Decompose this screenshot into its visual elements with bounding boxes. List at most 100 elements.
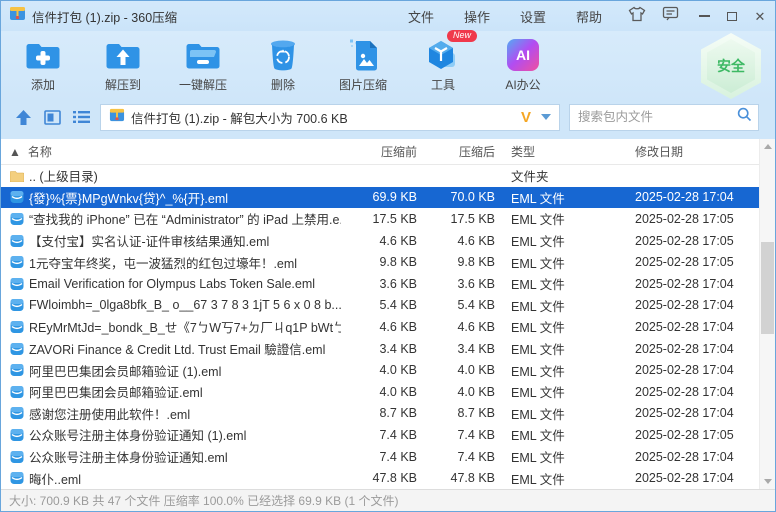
table-row[interactable]: 【支付宝】实名认证-证件审核结果通知.eml 4.6 KB 4.6 KB EML…	[1, 230, 759, 252]
scroll-up-button[interactable]	[760, 139, 775, 154]
table-row[interactable]: 公众账号注册主体身份验证通知.eml 7.4 KB 7.4 KB EML 文件 …	[1, 446, 759, 468]
table-row[interactable]: FWloimbh=_0lga8bfk_B_ o__67 3 7 8 3 1jT …	[1, 295, 759, 317]
size-before: 8.7 KB	[341, 406, 417, 420]
eml-file-icon	[9, 190, 24, 205]
scrollbar-thumb[interactable]	[761, 242, 774, 334]
menu-actions[interactable]: 操作	[464, 7, 490, 26]
size-after: 3.4 KB	[417, 342, 495, 356]
delete-button[interactable]: 删除	[257, 37, 309, 93]
menubar: 文件 操作 设置 帮助	[408, 7, 602, 26]
feedback-icon[interactable]	[662, 6, 679, 26]
file-name: 公众账号注册主体身份验证通知 (1).eml	[29, 425, 246, 444]
file-date: 2025-02-28 17:05	[623, 255, 759, 269]
eml-file-icon	[9, 384, 24, 399]
eml-file-icon	[9, 233, 24, 248]
column-header-date[interactable]: 修改日期	[623, 143, 759, 160]
preview-pane-icon[interactable]	[42, 107, 62, 127]
folder-icon	[9, 168, 24, 183]
add-button[interactable]: 添加	[17, 37, 69, 93]
size-before: 4.6 KB	[341, 320, 417, 334]
file-type: EML 文件	[495, 231, 623, 250]
file-type: EML 文件	[495, 274, 623, 293]
archive-path-combobox[interactable]: 信件打包 (1).zip - 解包大小为 700.6 KB V	[100, 104, 560, 131]
skin-icon[interactable]	[628, 6, 646, 27]
window-title: 信件打包 (1).zip - 360压缩	[32, 7, 177, 26]
scroll-up-icon	[764, 144, 772, 149]
file-date: 2025-02-28 17:04	[623, 471, 759, 485]
one-click-extract-button[interactable]: 一键解压	[177, 37, 229, 93]
size-after: 7.4 KB	[417, 450, 495, 464]
size-after: 17.5 KB	[417, 212, 495, 226]
file-type: EML 文件	[495, 382, 623, 401]
size-after: 4.6 KB	[417, 320, 495, 334]
table-row[interactable]: 阿里巴巴集团会员邮箱验证 (1).eml 4.0 KB 4.0 KB EML 文…	[1, 359, 759, 381]
table-row[interactable]: 公众账号注册主体身份验证通知 (1).eml 7.4 KB 7.4 KB EML…	[1, 424, 759, 446]
file-list: .. (上级目录) 文件夹 {發}%{票}MPgWnkv{贷}^_%{开}.em…	[1, 165, 775, 489]
size-after: 3.6 KB	[417, 277, 495, 291]
file-name: ZAVORi Finance & Credit Ltd. Trust Email…	[29, 339, 325, 358]
column-name-label: 名称	[28, 143, 52, 160]
extract-to-button[interactable]: 解压到	[97, 37, 149, 93]
vip-icon[interactable]: V	[521, 109, 531, 126]
table-row[interactable]: 晦仆..eml 47.8 KB 47.8 KB EML 文件 2025-02-2…	[1, 467, 759, 489]
file-type: EML 文件	[495, 253, 623, 272]
eml-file-icon	[9, 298, 24, 313]
titlebar[interactable]: 信件打包 (1).zip - 360压缩 文件 操作 设置 帮助 ✕	[1, 1, 775, 31]
scroll-down-button[interactable]	[760, 474, 775, 489]
table-row[interactable]: 1元夺宝年终奖，屯一波猛烈的红包过壕年！.eml 9.8 KB 9.8 KB E…	[1, 251, 759, 273]
toolbar: 添加 解压到 一键解压 删除 图片压缩	[1, 31, 775, 101]
close-button[interactable]: ✕	[753, 9, 767, 23]
search-icon[interactable]	[737, 107, 752, 127]
size-after: 9.8 KB	[417, 255, 495, 269]
search-box[interactable]	[569, 104, 759, 131]
file-type: EML 文件	[495, 209, 623, 228]
size-after: 47.8 KB	[417, 471, 495, 485]
file-date: 2025-02-28 17:04	[623, 450, 759, 464]
file-name: FWloimbh=_0lga8bfk_B_ o__67 3 7 8 3 1jT …	[29, 298, 341, 312]
table-row[interactable]: Email Verification for Olympus Labs Toke…	[1, 273, 759, 295]
minimize-button[interactable]	[697, 9, 711, 23]
table-row[interactable]: 感谢您注册使用此软件！.eml 8.7 KB 8.7 KB EML 文件 202…	[1, 403, 759, 425]
menu-file[interactable]: 文件	[408, 7, 434, 26]
delete-label: 删除	[271, 76, 295, 93]
scrollbar[interactable]	[759, 139, 775, 489]
scrollbar-track[interactable]	[760, 154, 775, 474]
table-row[interactable]: REyMrMtJd=_bondk_B_せ《7ㄅW丂7+ㄉ厂ㄐq1P bWtㄅ..…	[1, 316, 759, 338]
statusbar: 大小: 700.9 KB 共 47 个文件 压缩率 100.0% 已经选择 69…	[1, 489, 775, 511]
image-compress-button[interactable]: 图片压缩	[337, 37, 389, 93]
ai-office-label: AI办公	[505, 76, 540, 93]
security-badge[interactable]: 安全	[701, 33, 761, 99]
file-date: 2025-02-28 17:04	[623, 385, 759, 399]
eml-file-icon	[9, 471, 24, 486]
tools-button[interactable]: New 工具	[417, 37, 469, 93]
file-type: EML 文件	[495, 404, 623, 423]
ai-office-button[interactable]: AI AI办公	[497, 37, 549, 93]
maximize-button[interactable]	[725, 9, 739, 23]
table-row[interactable]: 阿里巴巴集团会员邮箱验证.eml 4.0 KB 4.0 KB EML 文件 20…	[1, 381, 759, 403]
eml-file-icon	[9, 363, 24, 378]
menu-help[interactable]: 帮助	[576, 7, 602, 26]
size-after: 5.4 KB	[417, 298, 495, 312]
file-type: EML 文件	[495, 469, 623, 488]
size-before: 3.6 KB	[341, 277, 417, 291]
app-zip-icon	[9, 5, 26, 27]
column-headers: ▲ 名称 压缩前 压缩后 类型 修改日期	[1, 139, 775, 165]
size-after: 8.7 KB	[417, 406, 495, 420]
list-view-icon[interactable]	[71, 107, 91, 127]
up-directory-icon[interactable]	[13, 107, 33, 127]
combobox-dropdown-icon[interactable]	[541, 114, 551, 120]
file-name: 阿里巴巴集团会员邮箱验证 (1).eml	[29, 361, 221, 380]
search-input[interactable]	[570, 110, 737, 124]
table-row[interactable]: ZAVORi Finance & Credit Ltd. Trust Email…	[1, 338, 759, 360]
column-header-before[interactable]: 压缩前	[341, 143, 417, 160]
table-row[interactable]: {發}%{票}MPgWnkv{贷}^_%{开}.eml 69.9 KB 70.0…	[1, 187, 759, 209]
table-row[interactable]: .. (上级目录) 文件夹	[1, 165, 759, 187]
file-list-area: ▲ 名称 压缩前 压缩后 类型 修改日期 .. (上级目录) 文件夹 {發	[1, 139, 775, 489]
table-row[interactable]: “查找我的 iPhone” 已在 “Administrator” 的 iPad …	[1, 208, 759, 230]
file-type: EML 文件	[495, 317, 623, 336]
menu-settings[interactable]: 设置	[520, 7, 546, 26]
file-name: 晦仆..eml	[29, 469, 81, 488]
column-header-after[interactable]: 压缩后	[417, 143, 495, 160]
column-header-name[interactable]: ▲ 名称	[1, 143, 341, 160]
column-header-type[interactable]: 类型	[495, 143, 623, 160]
